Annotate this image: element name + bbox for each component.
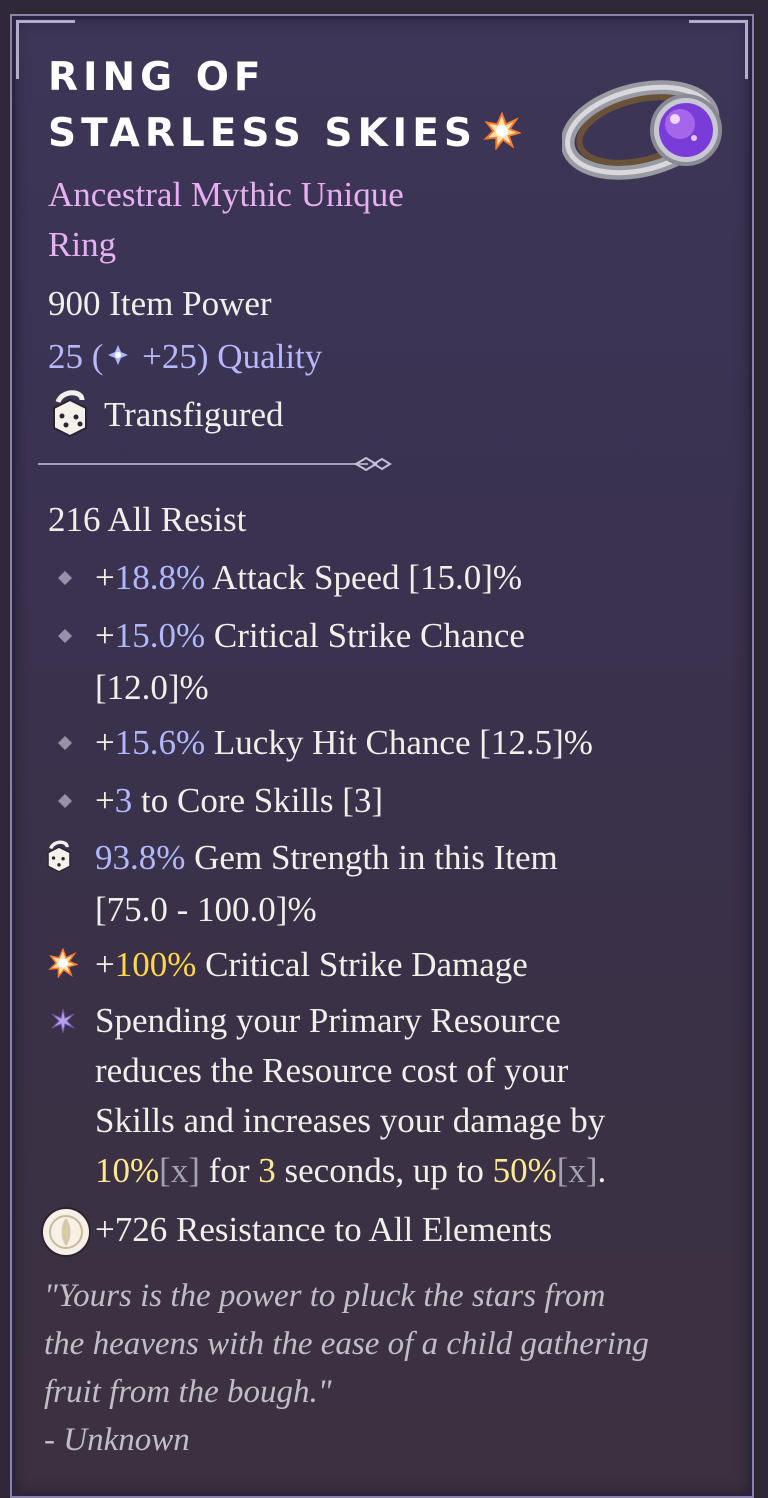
- base-stat: 216 All Resist: [48, 500, 247, 539]
- affix-value: 3: [114, 781, 133, 820]
- section-divider: [38, 456, 392, 472]
- transfigured-die-icon: [53, 390, 87, 438]
- item-rarity: Ancestral Mythic Unique: [48, 175, 404, 214]
- unique-text: .: [597, 1151, 607, 1190]
- affix-text: Gem Strength in this Item: [185, 838, 558, 877]
- flavor-line-3: fruit from the bough.": [44, 1374, 332, 1410]
- affix-text: Attack Speed [15.0]%: [205, 558, 523, 597]
- flavor-text: "Yours is the power to pluck the stars f…: [44, 1272, 734, 1464]
- unique-text: seconds, up to: [275, 1151, 493, 1190]
- affix-text: Lucky Hit Chance [12.5]%: [205, 723, 593, 762]
- affix-gem-strength: 93.8% Gem Strength in this Item [75.0 - …: [95, 832, 715, 936]
- unique-value-2: 3: [258, 1151, 276, 1190]
- affix-value: 100%: [114, 945, 197, 984]
- item-type: Ring: [48, 225, 117, 264]
- resistance-all-elements: +726 Resistance to All Elements: [95, 1210, 553, 1249]
- multiplier-tag: [x]: [159, 1151, 200, 1190]
- item-quality: 25 ( +25) Quality: [48, 336, 322, 378]
- item-status: Transfigured: [104, 395, 284, 434]
- affix-text: Critical Strike Damage: [196, 945, 528, 984]
- affix-bullet-icon: [58, 571, 72, 585]
- affix-range: [75.0 - 100.0]%: [95, 890, 317, 929]
- unique-power-text: Spending your Primary Resource reduces t…: [95, 996, 715, 1196]
- affix-core-skills: +3 to Core Skills [3]: [95, 775, 715, 827]
- flavor-line-2: the heavens with the ease of a child gat…: [44, 1326, 649, 1362]
- affix-prefix: +: [95, 616, 115, 655]
- item-power: 900 Item Power: [48, 284, 272, 323]
- ring-item-icon: [562, 80, 722, 180]
- quality-base: 25 (: [48, 337, 104, 376]
- affix-prefix: +: [95, 781, 115, 820]
- item-name-line-2: STARLESS SKIES: [48, 111, 477, 156]
- affix-value: 93.8%: [95, 838, 186, 877]
- affix-range: [12.0]%: [95, 668, 209, 707]
- item-name-line-1: RING OF: [48, 55, 266, 100]
- affix-prefix: +: [95, 945, 115, 984]
- affix-prefix: +: [95, 558, 115, 597]
- quality-bonus: +25) Quality: [133, 337, 323, 376]
- unique-value-1: 10%: [95, 1151, 160, 1190]
- affix-bullet-icon: [58, 736, 72, 750]
- affix-crit-damage: +100% Critical Strike Damage: [95, 939, 715, 991]
- gem-strength-die-icon: [47, 840, 71, 873]
- mythic-star-icon: [483, 112, 521, 150]
- affix-text: to Core Skills [3]: [132, 781, 384, 820]
- affix-text: Critical Strike Chance: [205, 616, 525, 655]
- elemental-resistance-medallion-icon: [41, 1207, 91, 1257]
- flavor-line-1: "Yours is the power to pluck the stars f…: [44, 1278, 606, 1314]
- affix-value: 15.0%: [114, 616, 206, 655]
- affix-crit-chance: +15.0% Critical Strike Chance [12.0]%: [95, 610, 715, 714]
- unique-value-3: 50%: [492, 1151, 557, 1190]
- unique-line-1: Spending your Primary Resource: [95, 1001, 561, 1040]
- flavor-author: - Unknown: [44, 1422, 190, 1458]
- unique-line-2: reduces the Resource cost of your: [95, 1051, 569, 1090]
- affix-bullet-icon: [58, 629, 72, 643]
- affix-lucky-hit: +15.6% Lucky Hit Chance [12.5]%: [95, 717, 715, 769]
- affix-value: 15.6%: [114, 723, 206, 762]
- affix-prefix: +: [95, 723, 115, 762]
- unique-power-icon: [51, 1008, 75, 1034]
- affix-attack-speed: +18.8% Attack Speed [15.0]%: [95, 552, 715, 604]
- item-name: RING OF STARLESS SKIES: [48, 50, 568, 162]
- mythic-star-icon: [48, 948, 78, 978]
- affix-value: 18.8%: [114, 558, 206, 597]
- multiplier-tag: [x]: [556, 1151, 598, 1190]
- affix-bullet-icon: [58, 794, 72, 808]
- unique-line-3: Skills and increases your damage by: [95, 1101, 606, 1140]
- masterwork-icon: [108, 345, 129, 365]
- unique-text: for: [199, 1151, 259, 1190]
